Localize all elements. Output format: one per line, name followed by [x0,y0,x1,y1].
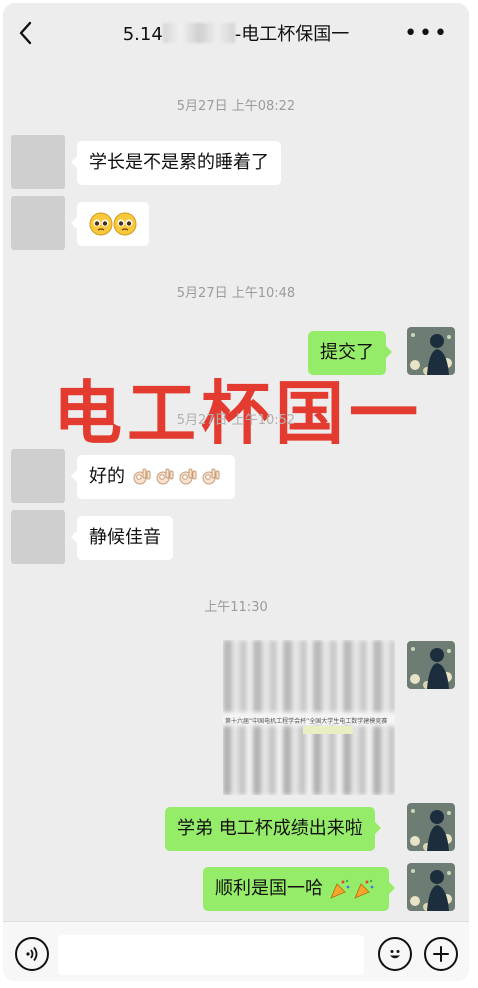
avatar-self[interactable] [407,641,455,689]
avatar-contact[interactable] [11,449,65,503]
message-input[interactable] [58,935,364,975]
message-text: 静候佳音 [89,527,161,548]
avatar-contact[interactable] [11,135,65,189]
avatar-contact[interactable] [11,196,65,250]
avatar-self-image [407,803,455,851]
highlight-strip [303,726,353,734]
avatar-self-image [407,641,455,689]
avatar-self-image [407,863,455,911]
timestamp: 上午11:30 [204,600,268,615]
pleading-face-icon [89,212,137,236]
top-bar: 5.14 -电工杯保国一 ••• [3,3,469,65]
emoji-button[interactable] [378,937,412,971]
message-bubble-incoming[interactable] [71,202,149,246]
ok-hand-icon [133,468,220,485]
voice-icon [26,946,38,962]
voice-button[interactable] [15,937,49,971]
more-button[interactable]: ••• [404,21,449,46]
blurred-document-top [223,640,395,712]
message-text: 顺利是国一哈 [215,878,323,899]
party-popper-icon [329,879,374,899]
message-text: 学弟 电工杯成绩出来啦 [177,818,363,839]
plus-button[interactable] [424,937,458,971]
timestamp: 5月27日 上午10:48 [176,286,296,301]
message-bubble-incoming[interactable]: 静候佳音 [71,516,173,560]
blurred-document-bottom [223,726,395,795]
message-bubble-outgoing[interactable]: 学弟 电工杯成绩出来啦 [165,807,381,851]
timestamp: 5月27日 上午10:52 [176,413,296,428]
chat-title-prefix: 5.14 [122,24,163,45]
emoji-icon [390,950,400,959]
input-bar [3,921,469,981]
message-bubble-incoming[interactable]: 好的 [71,455,235,499]
chat-title-suffix: -电工杯保国一 [234,24,350,45]
blurred-title-part [162,23,235,43]
plus-icon [433,946,449,962]
chat-screen: 5.14 -电工杯保国一 ••• 5月27日 上午08:22 学长是不是累的睡着了 [3,3,469,981]
more-icon: ••• [404,21,449,46]
watermark-text: 电工杯国一 [53,374,423,454]
message-bubble-incoming[interactable]: 学长是不是累的睡着了 [71,141,281,185]
image-message[interactable]: 第十六届“中国电机工程学会杯”全国大学生电工数学建模竞赛 [223,640,395,795]
message-text: 学长是不是累的睡着了 [89,152,269,173]
image-caption: 第十六届“中国电机工程学会杯”全国大学生电工数学建模竞赛 [225,718,388,725]
avatar-self[interactable] [407,803,455,851]
avatar-self[interactable] [407,863,455,911]
chat-title: 5.14 -电工杯保国一 [3,20,469,46]
timestamp: 5月27日 上午08:22 [176,99,296,114]
message-text: 好的 [89,466,125,487]
message-bubble-outgoing[interactable]: 顺利是国一哈 [203,867,395,911]
avatar-contact[interactable] [11,510,65,564]
